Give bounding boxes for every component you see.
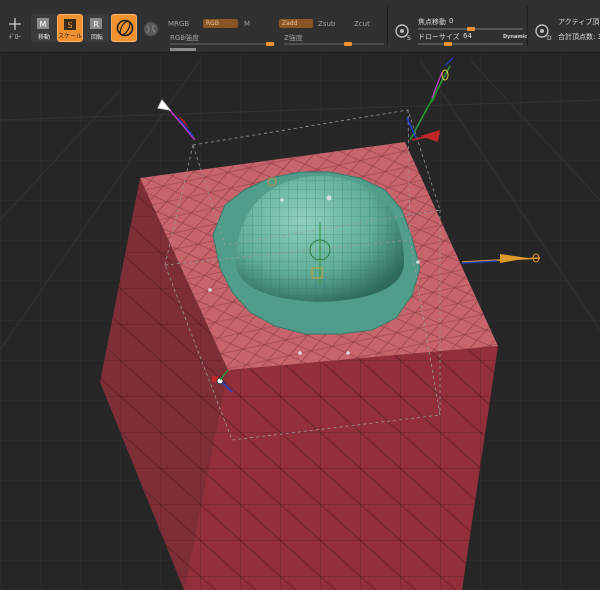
draw-tool-button[interactable]: ﾄﾞﾛｰ <box>2 14 28 42</box>
m-button[interactable]: M <box>244 20 250 28</box>
mrgb-label[interactable]: MRGB <box>168 20 189 28</box>
zsub-button[interactable]: Zsub <box>318 20 335 28</box>
total-points-label: 合計頂点数: 3 <box>558 33 600 41</box>
draw-size-knob[interactable] <box>444 42 452 46</box>
cube-front-wireframe <box>184 346 498 590</box>
gyro-icon <box>116 19 134 37</box>
move-icon: M <box>37 18 49 29</box>
toolbar-scrollbar[interactable] <box>170 48 196 51</box>
move-tool-button[interactable]: M 移動 <box>31 14 57 42</box>
focal-shift-label: 焦点移動 <box>418 18 446 26</box>
scale-tool-label: スケール <box>58 33 83 40</box>
z-intensity-knob[interactable] <box>344 42 352 46</box>
rgb-intensity-slider[interactable] <box>170 43 275 45</box>
draw-size-label: ドローサイズ <box>418 33 460 41</box>
svg-text:D: D <box>547 35 552 42</box>
svg-text:S: S <box>407 35 411 42</box>
dynamic-toggle[interactable]: Dynamic <box>503 34 527 40</box>
rgb-button[interactable]: RGB <box>203 19 238 28</box>
move-tool-label: 移動 <box>37 34 50 41</box>
zadd-button[interactable]: Zadd <box>279 19 313 28</box>
z-intensity-label: Z強度 <box>284 34 303 42</box>
focal-shift-value: 0 <box>449 17 454 25</box>
separator <box>527 6 528 46</box>
top-toolbar: ﾄﾞﾛｰ M 移動 S スケール R 回転 MRGB RGB M Zadd Zs… <box>0 0 600 53</box>
rotate-tool-label: 回転 <box>90 34 103 41</box>
draw-tool-label: ﾄﾞﾛｰ <box>8 34 21 41</box>
svg-text:M: M <box>40 20 47 29</box>
draw-size-value: 64 <box>463 32 472 40</box>
sphere-icon <box>143 21 159 37</box>
zcut-button[interactable]: Zcut <box>354 20 370 28</box>
focal-shift-knob[interactable] <box>467 27 475 31</box>
z-intensity-slider[interactable] <box>284 43 384 45</box>
d-curve-icon[interactable]: D <box>532 22 552 42</box>
gyro-tool-button[interactable] <box>111 14 137 42</box>
rotate-icon: R <box>90 18 102 29</box>
rgb-intensity-knob[interactable] <box>266 42 274 46</box>
rotate-tool-button[interactable]: R 回転 <box>84 14 110 42</box>
separator <box>387 6 388 46</box>
3d-viewport[interactable] <box>0 53 600 590</box>
polyframe-button[interactable] <box>142 20 160 42</box>
zbrush-window: ﾄﾞﾛｰ M 移動 S スケール R 回転 MRGB RGB M Zadd Zs… <box>0 0 600 590</box>
active-points-label: アクティブ頂 <box>558 18 600 26</box>
crosshair-icon <box>9 18 21 30</box>
s-curve-icon[interactable]: S <box>392 22 412 42</box>
draw-size-slider[interactable] <box>418 43 523 45</box>
rgb-intensity-label: RGB強度 <box>170 34 200 42</box>
scene-canvas[interactable] <box>0 53 600 590</box>
scale-tool-button[interactable]: S スケール <box>57 14 83 42</box>
svg-text:R: R <box>93 20 99 29</box>
svg-text:S: S <box>67 21 72 30</box>
